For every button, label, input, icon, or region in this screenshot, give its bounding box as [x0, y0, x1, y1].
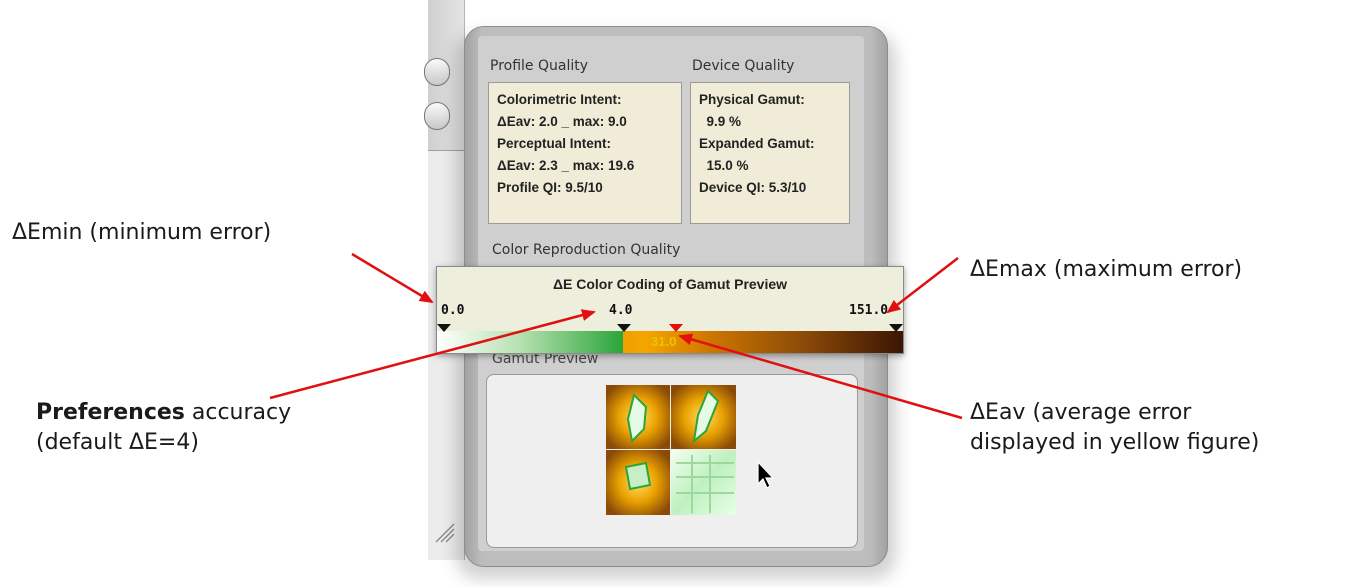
arrow-preferences	[269, 309, 596, 400]
arrow-emin	[351, 252, 434, 304]
arrow-eav	[678, 333, 963, 420]
annotation-arrows	[269, 252, 963, 420]
arrow-emax	[886, 257, 959, 314]
